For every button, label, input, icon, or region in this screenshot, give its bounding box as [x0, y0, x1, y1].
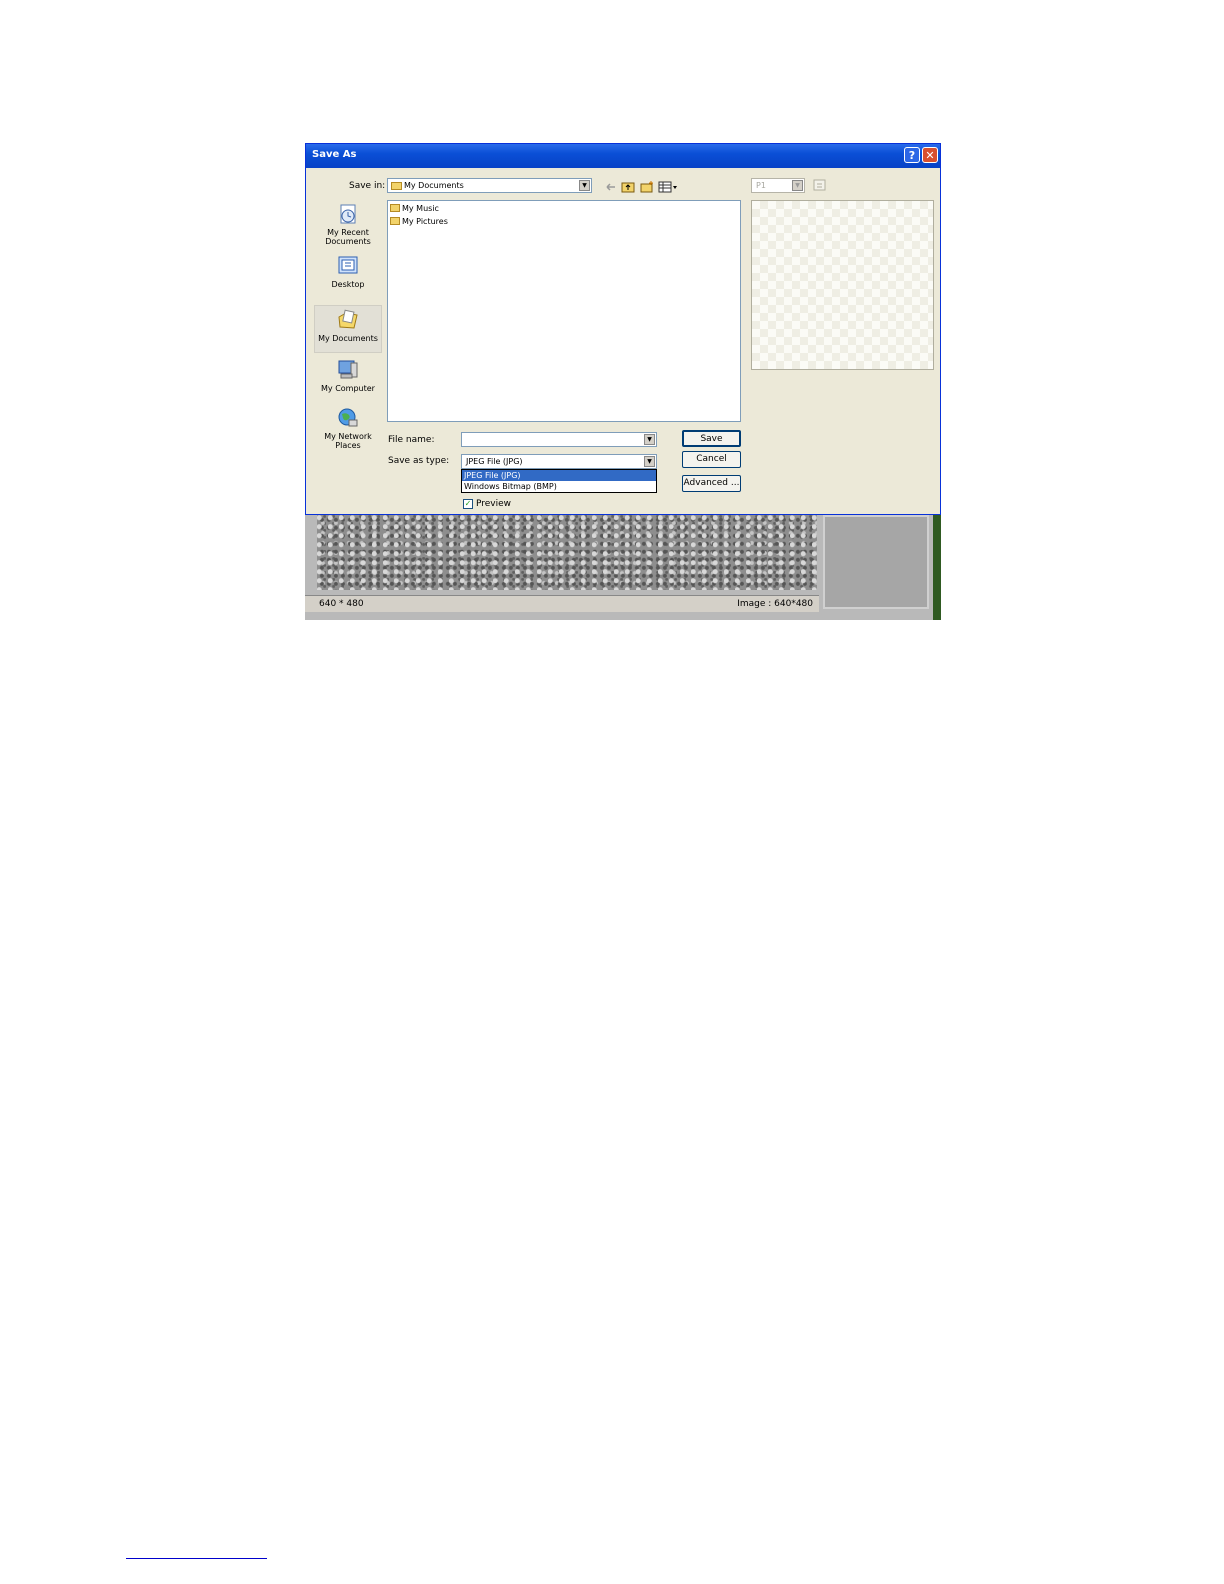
- folder-icon: [390, 217, 400, 225]
- footnote-separator: [126, 1558, 267, 1559]
- type-option-jpeg[interactable]: JPEG File (JPG): [462, 470, 656, 481]
- save-in-combo[interactable]: My Documents ▼: [387, 178, 592, 193]
- views-menu-icon[interactable]: [658, 180, 678, 194]
- folder-icon: [391, 182, 402, 190]
- save-as-dialog: Save As ? ✕ Save in: My Documents ▼ P1 ▼…: [305, 143, 941, 515]
- place-my-computer[interactable]: My Computer: [314, 358, 382, 393]
- folder-icon: [390, 204, 400, 212]
- place-my-recent-documents[interactable]: My Recent Documents: [314, 202, 382, 246]
- desktop-edge: [933, 515, 941, 620]
- help-button[interactable]: ?: [904, 147, 920, 163]
- network-places-icon: [338, 408, 358, 427]
- place-desktop[interactable]: Desktop: [314, 254, 382, 289]
- file-item-my-music[interactable]: My Music: [390, 203, 439, 215]
- place-label: My Documents: [318, 334, 378, 343]
- save-in-value: My Documents: [404, 181, 464, 190]
- up-folder-icon[interactable]: [621, 180, 635, 194]
- background-app-window: 640 * 480 Image : 640*480: [305, 515, 941, 620]
- dialog-title: Save As: [312, 149, 357, 160]
- place-my-network-places[interactable]: My Network Places: [314, 406, 382, 450]
- save-in-label: Save in:: [349, 181, 386, 191]
- page-combo-value: P1: [756, 181, 766, 190]
- places-bar: My Recent Documents Desktop My Documents: [314, 192, 382, 460]
- save-as-type-dropdown: JPEG File (JPG) Windows Bitmap (BMP): [461, 469, 657, 493]
- image-preview: [751, 200, 934, 370]
- save-button[interactable]: Save: [682, 430, 741, 447]
- preview-checkbox[interactable]: ✓: [463, 499, 473, 509]
- place-my-documents[interactable]: My Documents: [314, 305, 382, 353]
- page-combo[interactable]: P1 ▼: [751, 178, 805, 193]
- chevron-down-icon[interactable]: ▼: [644, 434, 655, 445]
- place-label: My Recent Documents: [325, 228, 371, 246]
- close-button[interactable]: ✕: [922, 147, 938, 163]
- screenshot: 640 * 480 Image : 640*480 Save As ? ✕ Sa…: [305, 143, 941, 620]
- desktop-icon: [338, 256, 358, 274]
- new-folder-icon[interactable]: [640, 180, 654, 194]
- recent-documents-icon: [340, 204, 356, 224]
- file-list[interactable]: My Music My Pictures: [387, 200, 741, 422]
- save-as-type-select[interactable]: JPEG File (JPG) ▼: [461, 454, 657, 469]
- file-name-label: File name:: [388, 435, 435, 445]
- place-label: My Computer: [321, 384, 375, 393]
- page-options-icon[interactable]: [812, 178, 828, 192]
- cancel-button[interactable]: Cancel: [682, 451, 741, 468]
- my-computer-icon: [338, 360, 358, 379]
- status-dimensions: 640 * 480: [319, 599, 364, 609]
- place-label: My Network Places: [324, 432, 372, 450]
- status-bar: 640 * 480 Image : 640*480: [305, 595, 819, 612]
- file-item-my-pictures[interactable]: My Pictures: [390, 216, 448, 228]
- chevron-down-icon[interactable]: ▼: [579, 180, 590, 191]
- file-name-input[interactable]: ▼: [461, 432, 657, 447]
- chevron-down-icon[interactable]: ▼: [644, 456, 655, 467]
- preview-label: Preview: [476, 499, 512, 509]
- place-label: Desktop: [331, 280, 365, 289]
- status-image-size: Image : 640*480: [737, 599, 813, 609]
- image-canvas: [317, 515, 817, 590]
- save-as-type-label: Save as type:: [388, 456, 450, 466]
- advanced-button[interactable]: Advanced ...: [682, 475, 741, 492]
- chevron-down-icon[interactable]: ▼: [792, 180, 803, 191]
- save-as-type-value: JPEG File (JPG): [466, 457, 523, 466]
- back-icon[interactable]: [605, 180, 617, 194]
- title-bar[interactable]: Save As ? ✕: [306, 144, 940, 168]
- side-panel: [823, 515, 929, 609]
- type-option-bmp[interactable]: Windows Bitmap (BMP): [462, 481, 656, 492]
- my-documents-icon: [338, 309, 358, 329]
